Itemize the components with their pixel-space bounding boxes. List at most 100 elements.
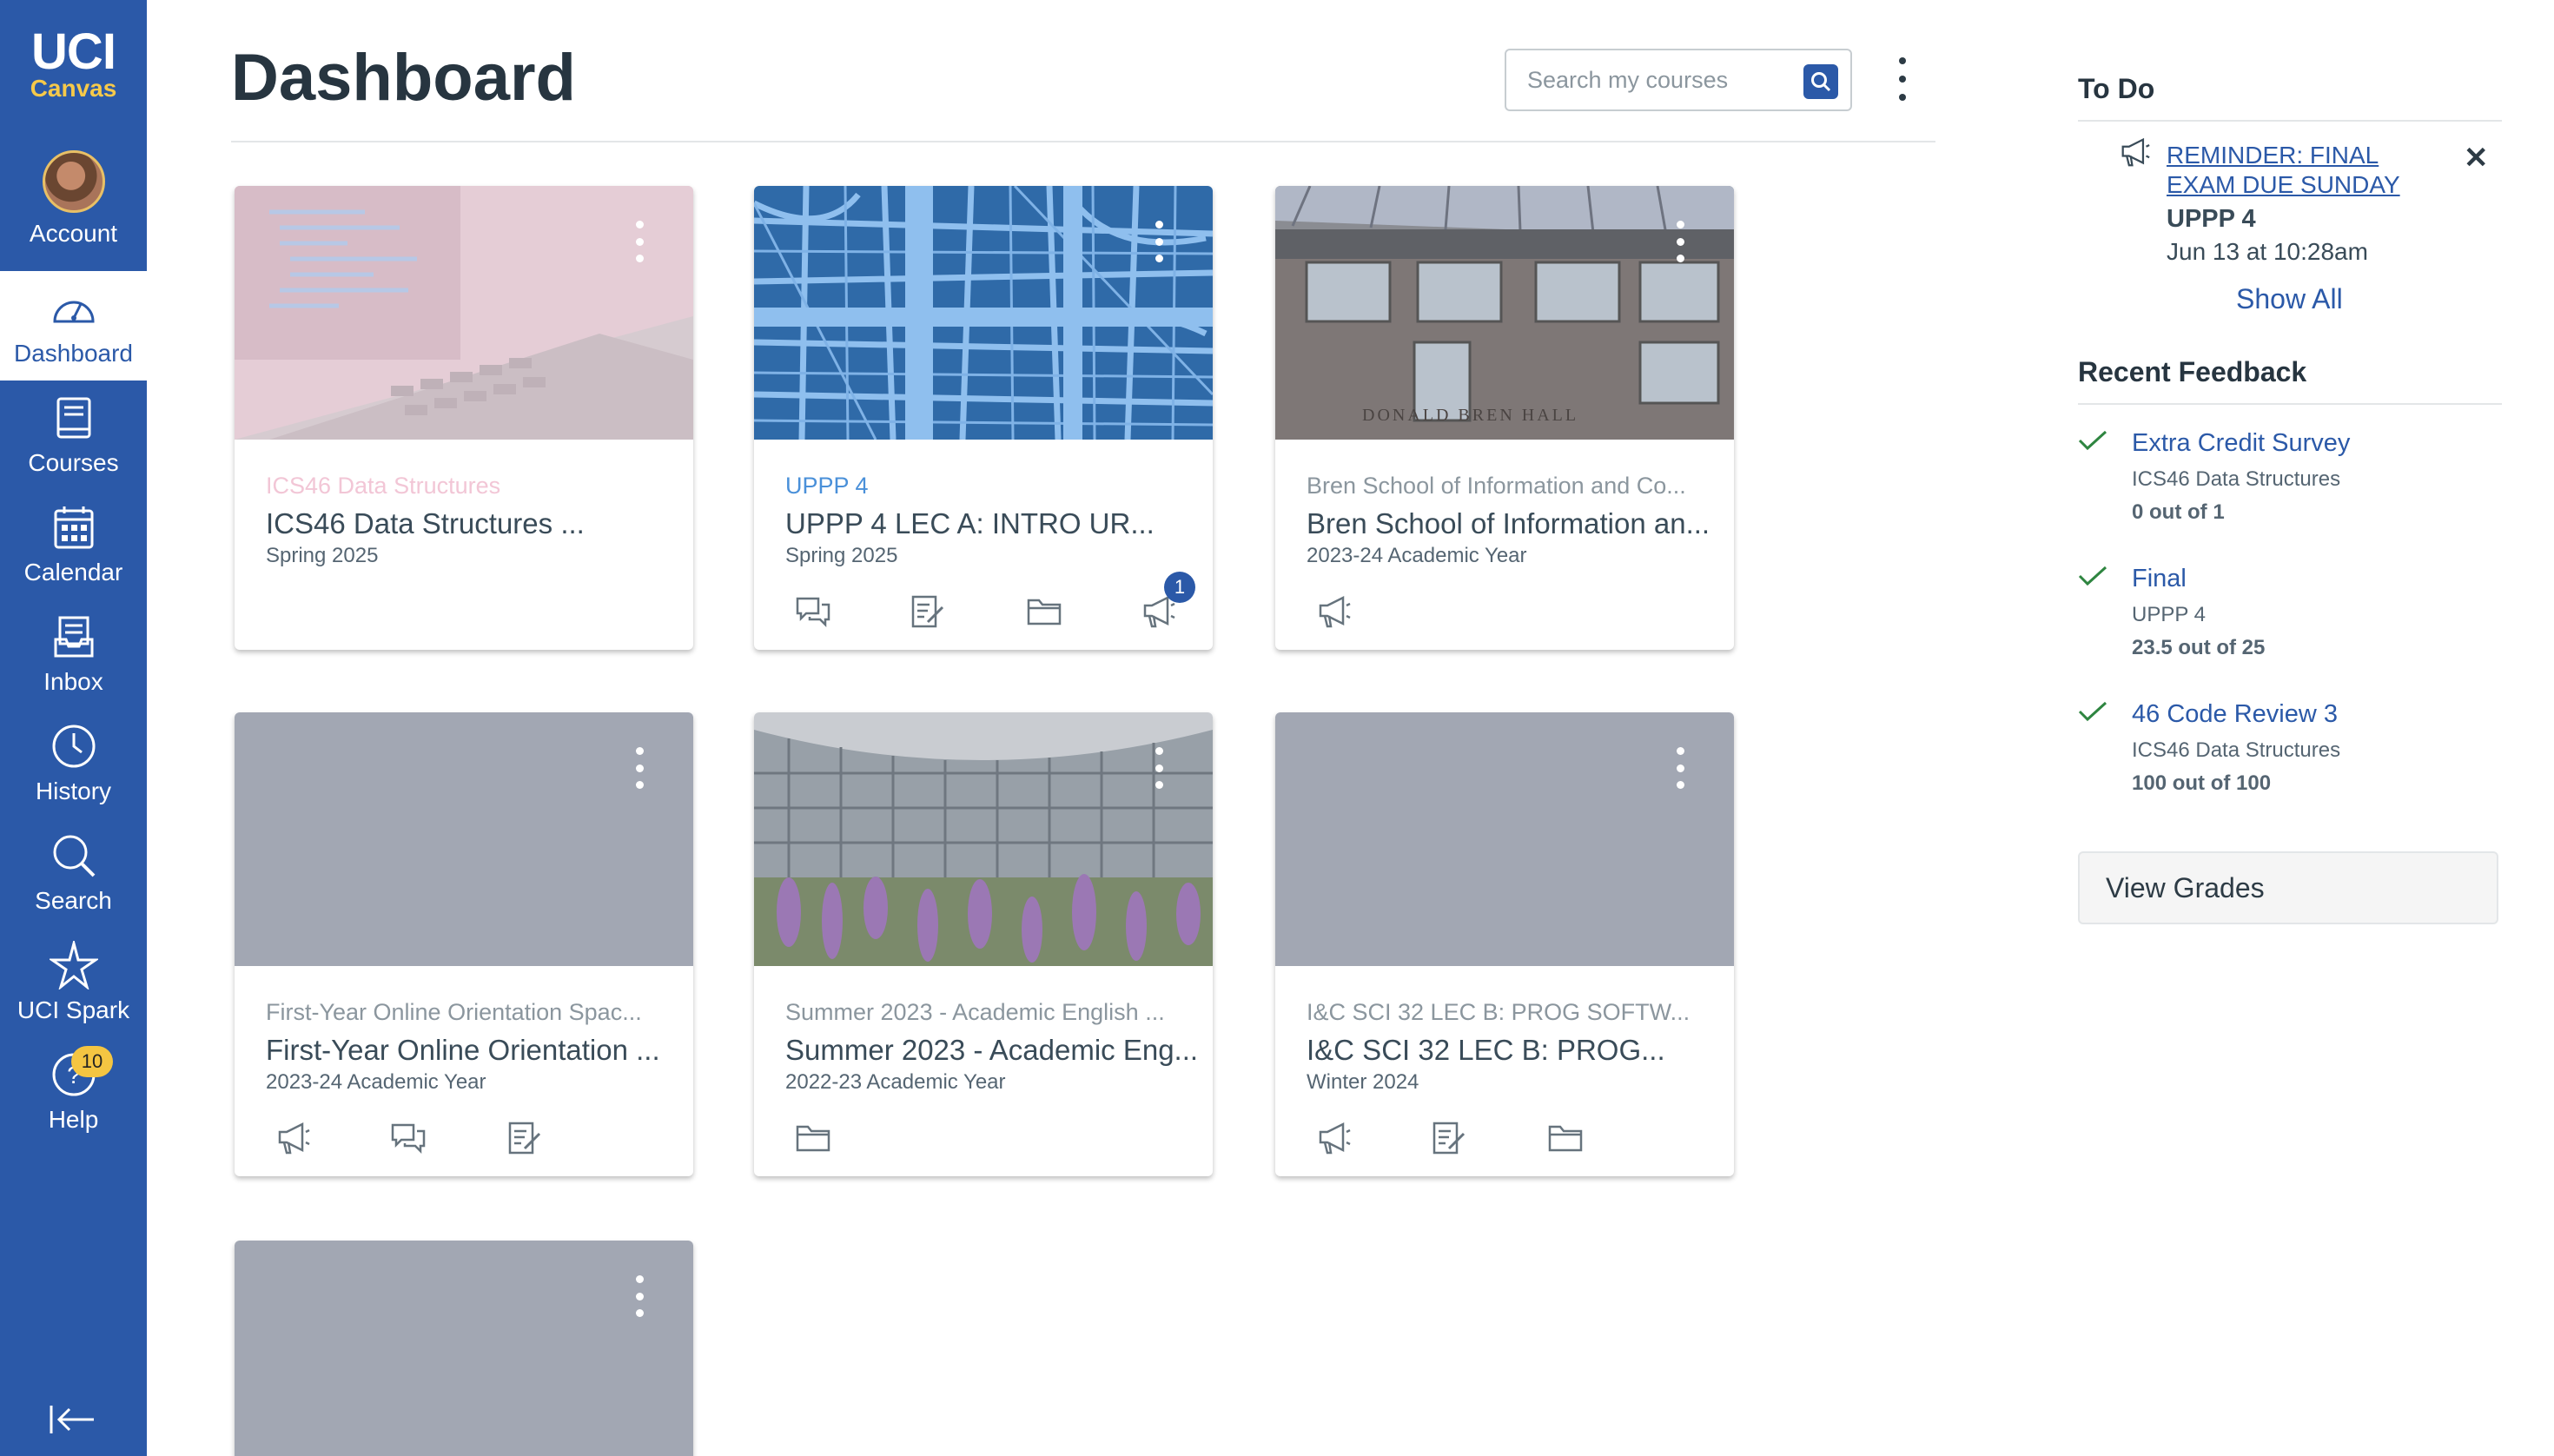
course-code: Summer 2023 - Academic English ... — [785, 999, 1165, 1025]
nav-account-label: Account — [29, 220, 118, 247]
nav-help-label: Help — [48, 1106, 99, 1133]
checkmark-icon — [2078, 565, 2107, 592]
files-folder-icon[interactable] — [1545, 1117, 1586, 1159]
course-code: I&C SCI 32 LEC B: PROG SOFTW... — [1307, 999, 1691, 1025]
card-options-kebab-icon[interactable] — [1675, 747, 1685, 789]
card-options-kebab-icon[interactable] — [634, 1275, 645, 1317]
nav-uci-spark-label: UCI Spark — [17, 996, 130, 1023]
announcements-megaphone-icon[interactable] — [1313, 591, 1355, 632]
svg-text:DONALD BREN HALL: DONALD BREN HALL — [1362, 406, 1578, 425]
nav-history-label: History — [35, 778, 112, 804]
course-code: First-Year Online Orientation Spac... — [266, 999, 642, 1025]
collapse-nav-icon[interactable] — [49, 1402, 97, 1441]
course-term: 2022-23 Academic Year — [785, 1070, 1006, 1094]
announcements-unread-badge: 1 — [1164, 572, 1195, 603]
uci-canvas-logo[interactable]: UCI Canvas — [0, 0, 147, 130]
checkmark-icon — [2078, 429, 2107, 456]
search-courses-placeholder: Search my courses — [1527, 66, 1729, 93]
feedback-item-course: ICS46 Data Structures — [2132, 738, 2341, 762]
dashboard-icon — [50, 284, 98, 333]
spark-icon — [49, 941, 98, 989]
nav-account[interactable]: Account — [0, 144, 147, 254]
files-folder-icon[interactable] — [792, 1117, 834, 1159]
nav-dashboard-label: Dashboard — [14, 340, 133, 367]
course-term: 2023-24 Academic Year — [1307, 544, 1527, 567]
course-card[interactable]: DONALD BREN HALL Bren School of Informat… — [1275, 186, 1734, 650]
course-card-image: DONALD BREN HALL — [1275, 186, 1734, 440]
course-card[interactable]: UPPP 4 UPPP 4 LEC A: INTRO UR... Spring … — [754, 186, 1213, 650]
feedback-item: Extra Credit Survey ICS46 Data Structure… — [2078, 429, 2512, 533]
course-name: ICS46 Data Structures ... — [266, 507, 585, 539]
nav-help[interactable]: ? 10 Help — [0, 1037, 147, 1147]
nav-inbox[interactable]: Inbox — [0, 599, 147, 709]
course-name: Summer 2023 - Academic Eng... — [785, 1034, 1199, 1066]
announcement-megaphone-icon — [2120, 137, 2151, 171]
nav-calendar-label: Calendar — [23, 559, 123, 586]
feedback-item: 46 Code Review 3 ICS46 Data Structures 1… — [2078, 700, 2512, 804]
nav-search[interactable]: Search — [0, 818, 147, 928]
nav-uci-spark[interactable]: UCI Spark — [0, 928, 147, 1037]
logo-uci-text: UCI — [31, 23, 116, 80]
course-term: Spring 2025 — [785, 544, 898, 567]
card-options-kebab-icon[interactable] — [1154, 221, 1164, 262]
course-card[interactable]: ICS46 Data Structures ICS46 Data Structu… — [235, 186, 693, 650]
nav-calendar[interactable]: Calendar — [0, 490, 147, 599]
discussions-icon[interactable] — [792, 591, 834, 632]
course-term: 2023-24 Academic Year — [266, 1070, 486, 1094]
files-folder-icon[interactable] — [1023, 591, 1065, 632]
course-card-image — [235, 1241, 693, 1456]
nav-history[interactable]: History — [0, 709, 147, 818]
card-options-kebab-icon[interactable] — [1154, 747, 1164, 789]
course-name: I&C SCI 32 LEC B: PROG... — [1307, 1034, 1665, 1066]
discussions-icon[interactable] — [387, 1117, 429, 1159]
card-options-kebab-icon[interactable] — [634, 221, 645, 262]
clock-icon — [50, 722, 98, 771]
assignments-icon[interactable] — [907, 591, 949, 632]
search-courses-input[interactable]: Search my courses — [1505, 49, 1852, 111]
course-card-image — [235, 712, 693, 966]
calendar-icon — [50, 503, 98, 552]
feedback-item-title[interactable]: Final — [2132, 565, 2187, 593]
assignments-icon[interactable] — [504, 1117, 546, 1159]
course-card-image — [1275, 712, 1734, 966]
assignments-icon[interactable] — [1428, 1117, 1470, 1159]
card-options-kebab-icon[interactable] — [1675, 221, 1685, 262]
feedback-item-score: 100 out of 100 — [2132, 771, 2272, 795]
nav-search-label: Search — [35, 887, 112, 914]
announcements-megaphone-icon[interactable] — [273, 1117, 314, 1159]
course-code: UPPP 4 — [785, 473, 869, 499]
feedback-item-title[interactable]: Extra Credit Survey — [2132, 429, 2350, 458]
course-card[interactable]: I&C SCI 32 LEC B: PROG SOFTW... I&C SCI … — [1275, 712, 1734, 1176]
course-card-image — [754, 186, 1213, 440]
nav-courses[interactable]: Courses — [0, 381, 147, 490]
search-button-icon[interactable] — [1803, 64, 1838, 99]
course-code: Bren School of Information and Co... — [1307, 473, 1686, 499]
course-term: Spring 2025 — [266, 544, 379, 567]
page-title: Dashboard — [231, 41, 576, 115]
dismiss-todo-close-icon[interactable]: ✕ — [2464, 141, 2489, 175]
recent-feedback-heading: Recent Feedback — [2078, 356, 2307, 387]
search-icon — [50, 831, 98, 880]
dashboard-options-kebab-icon[interactable] — [1894, 57, 1911, 101]
card-options-kebab-icon[interactable] — [634, 747, 645, 789]
show-all-link[interactable]: Show All — [2236, 283, 2343, 315]
inbox-icon — [50, 612, 98, 661]
course-card[interactable]: First-Year Online Orientation Spac... Fi… — [235, 712, 693, 1176]
course-term: Winter 2024 — [1307, 1070, 1419, 1094]
course-card[interactable]: Summer 2023 - Academic English ... Summe… — [754, 712, 1213, 1176]
nav-courses-label: Courses — [28, 449, 119, 476]
todo-item-link[interactable]: REMINDER: FINAL EXAM DUE SUNDAY — [2167, 141, 2418, 200]
todo-heading: To Do — [2078, 73, 2155, 104]
course-name: Bren School of Information an... — [1307, 507, 1710, 539]
course-card[interactable] — [235, 1241, 693, 1456]
feedback-item-title[interactable]: 46 Code Review 3 — [2132, 700, 2338, 729]
feedback-item-score: 0 out of 1 — [2132, 500, 2225, 524]
nav-dashboard[interactable]: Dashboard — [0, 271, 147, 381]
announcements-megaphone-icon[interactable] — [1313, 1117, 1355, 1159]
feedback-divider — [2078, 403, 2502, 405]
feedback-item-course: UPPP 4 — [2132, 603, 2206, 626]
course-code: ICS46 Data Structures — [266, 473, 501, 499]
account-avatar — [42, 150, 105, 213]
view-grades-button[interactable]: View Grades — [2078, 851, 2498, 924]
help-notification-badge: 10 — [71, 1046, 113, 1077]
